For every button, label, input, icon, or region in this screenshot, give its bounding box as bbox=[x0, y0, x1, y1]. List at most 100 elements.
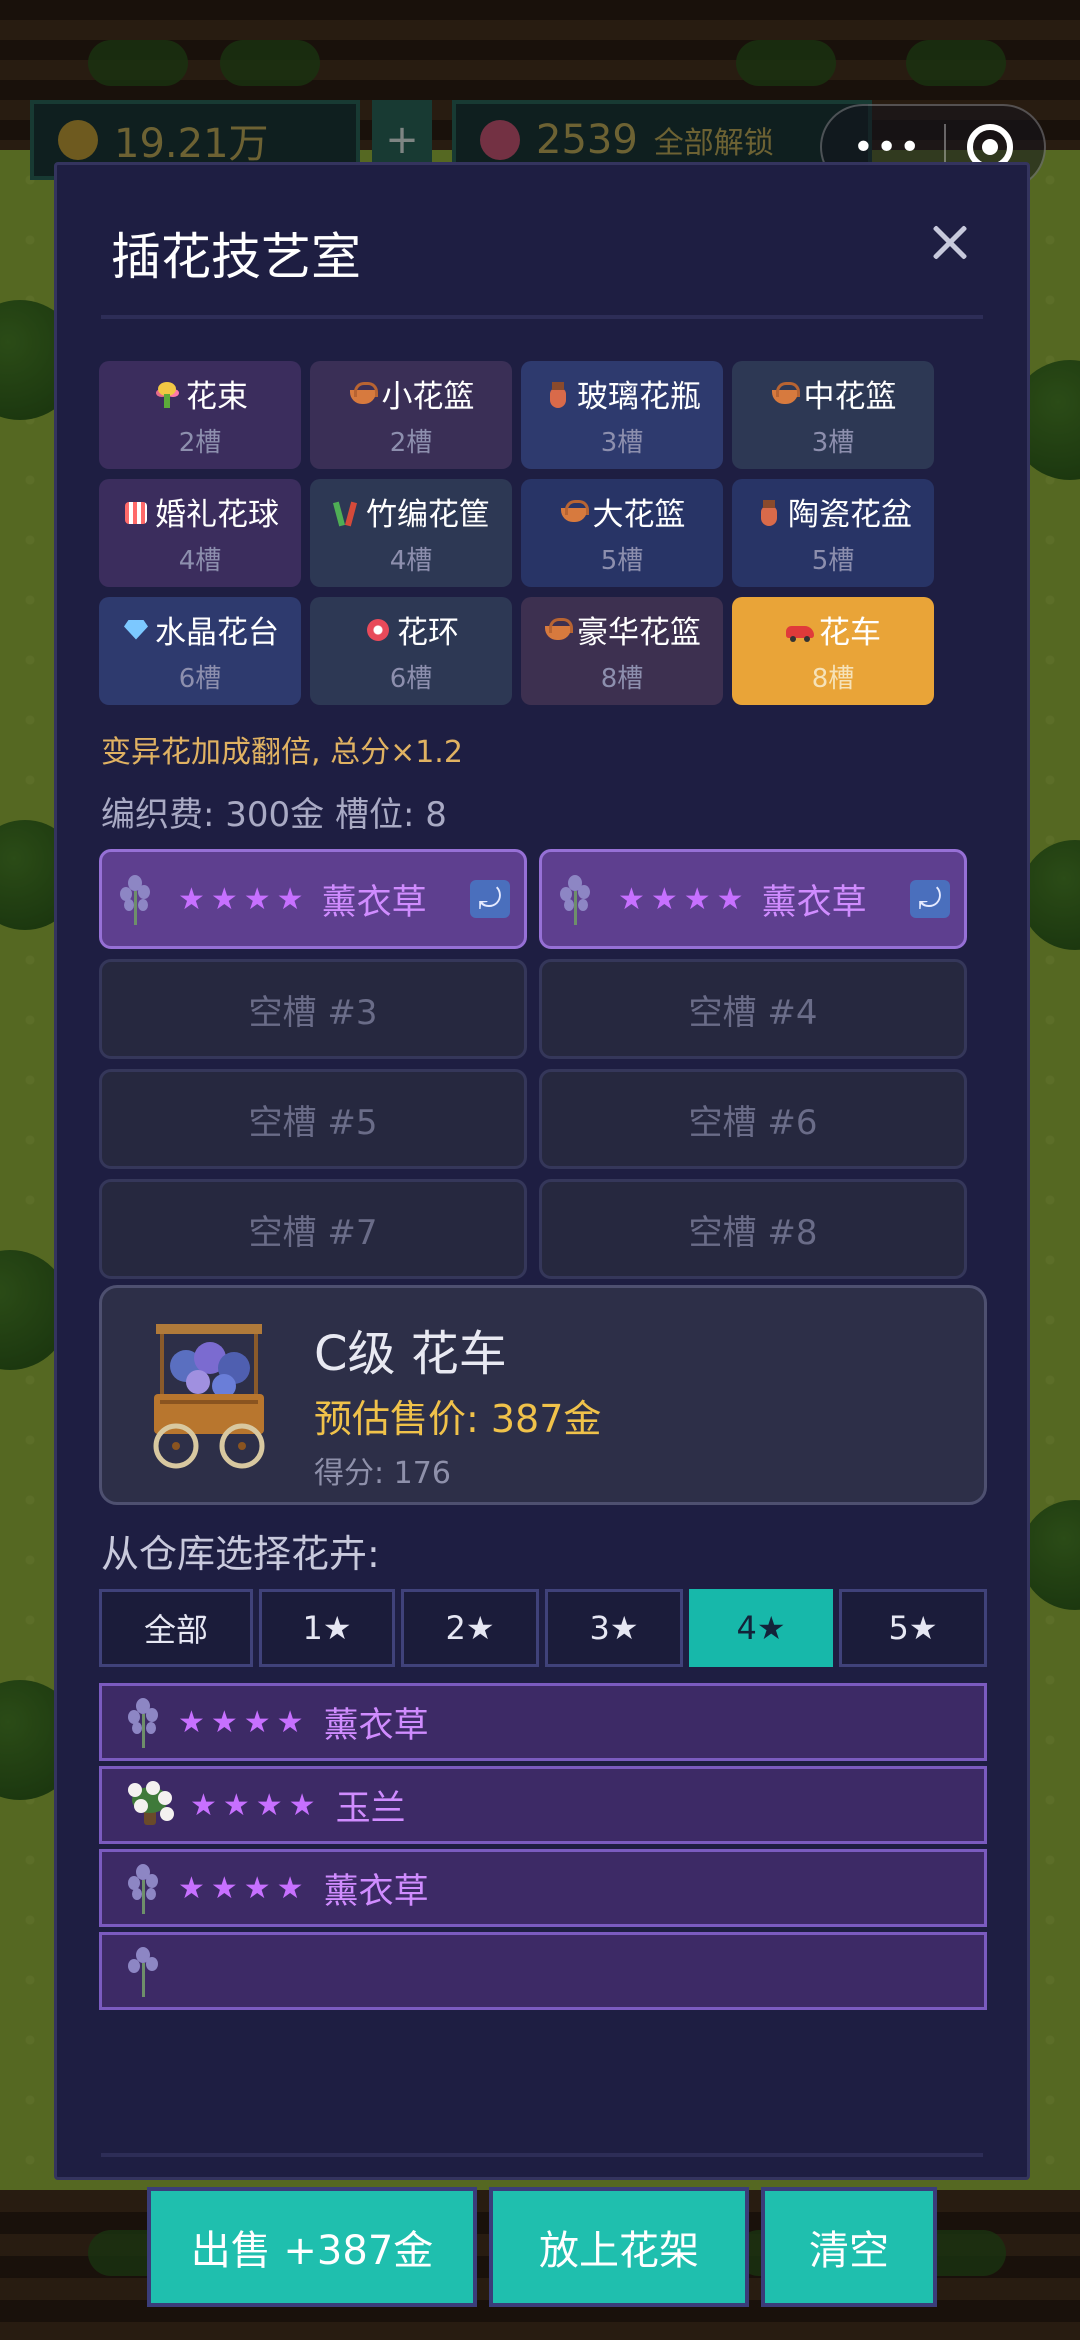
type-name: 小花篮 bbox=[381, 379, 475, 415]
fee-note: 编织费: 300金 槽位: 8 bbox=[101, 795, 447, 835]
slot-filled[interactable]: ★★★★ 薰衣草 ⤾ bbox=[539, 849, 967, 949]
type-slots: 5槽 bbox=[600, 546, 644, 576]
rating-stars: ★★★★ bbox=[190, 1787, 322, 1823]
tab-3-star[interactable]: 3★ bbox=[545, 1589, 683, 1667]
flower-name: 玉兰 bbox=[335, 1788, 406, 1829]
type-name: 婚礼花球 bbox=[155, 497, 279, 533]
score: 得分: 176 bbox=[314, 1456, 451, 1491]
warehouse-flower-list: ★★★★ 薰衣草 ★★★★ 玉兰 ★★★★ 薰衣草 bbox=[99, 1683, 987, 2115]
slot-empty[interactable]: 空槽 #3 bbox=[99, 959, 527, 1059]
type-name-row: 大花篮 bbox=[559, 489, 686, 534]
type-name-row: 水晶花台 bbox=[121, 607, 279, 652]
type-name: 水晶花台 bbox=[155, 615, 279, 651]
type-name-row: 花环 bbox=[363, 607, 459, 652]
close-icon[interactable] bbox=[925, 217, 975, 267]
flower-name: 薰衣草 bbox=[323, 1705, 429, 1746]
type-slots: 6槽 bbox=[389, 664, 433, 694]
type-name: 竹编花筐 bbox=[366, 497, 490, 533]
car-icon bbox=[785, 616, 815, 644]
basket-icon bbox=[559, 498, 589, 526]
basket-icon bbox=[770, 380, 800, 408]
type-name-row: 花束 bbox=[152, 371, 248, 416]
modal-header: 插花技艺室 bbox=[57, 165, 1027, 319]
type-card[interactable]: 玻璃花瓶 3槽 bbox=[521, 361, 723, 469]
slot-empty[interactable]: 空槽 #4 bbox=[539, 959, 967, 1059]
lavender-icon bbox=[124, 1696, 164, 1748]
list-item[interactable]: ★★★★ 玉兰 bbox=[99, 1766, 987, 1844]
modal-title: 插花技艺室 bbox=[111, 228, 361, 286]
return-icon[interactable]: ⤾ bbox=[910, 880, 950, 918]
rating-stars: ★★★★ bbox=[178, 1870, 310, 1906]
crystal-icon bbox=[121, 616, 151, 644]
tab-1-star[interactable]: 1★ bbox=[259, 1589, 395, 1667]
type-name-row: 竹编花筐 bbox=[332, 489, 490, 534]
type-slots: 2槽 bbox=[178, 428, 222, 458]
type-card-selected[interactable]: 花车 8槽 bbox=[732, 597, 934, 705]
lavender-icon bbox=[124, 1862, 164, 1914]
rating-stars: ★★★★ bbox=[178, 1704, 310, 1740]
bouquet-icon bbox=[152, 380, 182, 408]
magnolia-icon bbox=[124, 1779, 176, 1831]
type-name-row: 中花篮 bbox=[770, 371, 897, 416]
type-name-row: 小花篮 bbox=[348, 371, 475, 416]
place-on-shelf-button[interactable]: 放上花架 bbox=[489, 2187, 749, 2307]
tab-all[interactable]: 全部 bbox=[99, 1589, 253, 1667]
type-card[interactable]: 竹编花筐 4槽 bbox=[310, 479, 512, 587]
flower-name: 薰衣草 bbox=[761, 882, 867, 923]
rating-stars: ★★★★ bbox=[178, 881, 310, 917]
type-name: 花车 bbox=[819, 615, 881, 651]
list-item-partial[interactable] bbox=[99, 1932, 987, 2010]
tab-4-star[interactable]: 4★ bbox=[689, 1589, 833, 1667]
slot-empty[interactable]: 空槽 #5 bbox=[99, 1069, 527, 1169]
type-slots: 8槽 bbox=[600, 664, 644, 694]
slots-grid: ★★★★ 薰衣草 ⤾ ★★★★ 薰衣草 ⤾ 空槽 #3 空槽 #4 空槽 #5 … bbox=[99, 849, 967, 1279]
lavender-icon bbox=[556, 873, 596, 925]
type-name: 豪华花篮 bbox=[577, 615, 701, 651]
type-card[interactable]: 花束 2槽 bbox=[99, 361, 301, 469]
star-filter-tabs: 全部 1★ 2★ 3★ 4★ 5★ bbox=[99, 1589, 987, 1667]
estimated-price: 预估售价: 387金 bbox=[314, 1397, 602, 1441]
container-type-grid: 花束 2槽 小花篮 2槽 玻璃花瓶 3槽 中花篮 3槽 婚礼花球 4槽 竹编花筐… bbox=[99, 361, 949, 705]
type-slots: 4槽 bbox=[178, 546, 222, 576]
action-bar: 出售 +387金 放上花架 清空 bbox=[147, 2187, 937, 2307]
type-card[interactable]: 水晶花台 6槽 bbox=[99, 597, 301, 705]
type-card[interactable]: 婚礼花球 4槽 bbox=[99, 479, 301, 587]
flower-name: 薰衣草 bbox=[321, 882, 427, 923]
slot-empty[interactable]: 空槽 #6 bbox=[539, 1069, 967, 1169]
basket-icon bbox=[543, 616, 573, 644]
type-name: 中花篮 bbox=[803, 379, 897, 415]
clear-button[interactable]: 清空 bbox=[761, 2187, 937, 2307]
vase-icon bbox=[543, 380, 573, 408]
slot-empty[interactable]: 空槽 #8 bbox=[539, 1179, 967, 1279]
divider bbox=[101, 315, 983, 319]
tab-5-star[interactable]: 5★ bbox=[839, 1589, 987, 1667]
type-name-row: 花车 bbox=[785, 607, 881, 652]
type-name-row: 玻璃花瓶 bbox=[543, 371, 701, 416]
type-slots: 2槽 bbox=[389, 428, 433, 458]
preview-title: C级 花车 bbox=[314, 1326, 507, 1382]
type-slots: 3槽 bbox=[811, 428, 855, 458]
type-card[interactable]: 豪华花篮 8槽 bbox=[521, 597, 723, 705]
type-card[interactable]: 中花篮 3槽 bbox=[732, 361, 934, 469]
type-slots: 4槽 bbox=[389, 546, 433, 576]
type-slots: 3槽 bbox=[600, 428, 644, 458]
type-card[interactable]: 大花篮 5槽 bbox=[521, 479, 723, 587]
return-icon[interactable]: ⤾ bbox=[470, 880, 510, 918]
type-card[interactable]: 花环 6槽 bbox=[310, 597, 512, 705]
flower-cart-image bbox=[153, 1324, 265, 1469]
sell-button[interactable]: 出售 +387金 bbox=[147, 2187, 477, 2307]
bamboo-icon bbox=[332, 498, 362, 526]
type-name-row: 豪华花篮 bbox=[543, 607, 701, 652]
list-item[interactable]: ★★★★ 薰衣草 bbox=[99, 1849, 987, 1927]
slot-empty[interactable]: 空槽 #7 bbox=[99, 1179, 527, 1279]
slot-filled[interactable]: ★★★★ 薰衣草 ⤾ bbox=[99, 849, 527, 949]
vase-icon bbox=[754, 498, 784, 526]
type-card[interactable]: 小花篮 2槽 bbox=[310, 361, 512, 469]
flower-name: 薰衣草 bbox=[323, 1871, 429, 1912]
type-card[interactable]: 陶瓷花盆 5槽 bbox=[732, 479, 934, 587]
list-item[interactable]: ★★★★ 薰衣草 bbox=[99, 1683, 987, 1761]
flower-arranging-modal: 插花技艺室 花束 2槽 小花篮 2槽 玻璃花瓶 3槽 中花篮 3槽 婚礼花球 4… bbox=[54, 162, 1030, 2307]
type-name-row: 陶瓷花盆 bbox=[754, 489, 912, 534]
wreath-icon bbox=[363, 616, 393, 644]
tab-2-star[interactable]: 2★ bbox=[401, 1589, 539, 1667]
